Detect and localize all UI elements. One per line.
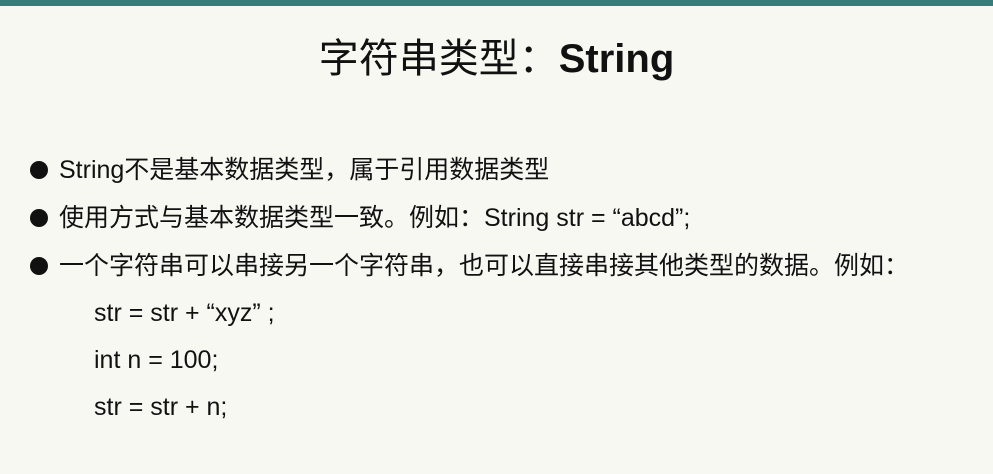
bullet-dot-icon [30,161,48,179]
slide: 字符串类型：String String不是基本数据类型，属于引用数据类型 使用方… [0,6,993,474]
bullet-text: 一个字符串可以串接另一个字符串，也可以直接串接其他类型的数据。例如： [59,252,910,280]
title-chinese: 字符串类型： [318,36,559,82]
bullet-dot-icon [30,257,48,275]
bullet-item-3: 一个字符串可以串接另一个字符串，也可以直接串接其他类型的数据。例如： [30,242,980,290]
bullet-dot-icon [30,209,48,227]
bullet-item-1: String不是基本数据类型，属于引用数据类型 [30,146,980,194]
bullet-item-2: 使用方式与基本数据类型一致。例如：String str = “abcd”; [30,194,980,242]
code-line-3: str = str + n; [94,393,228,421]
slide-title: 字符串类型：String [0,34,993,84]
bullet-text: 使用方式与基本数据类型一致。例如：String str = “abcd”; [59,204,691,232]
bullet-text: String不是基本数据类型，属于引用数据类型 [59,156,550,184]
code-line-1: str = str + “xyz” ; [94,299,275,327]
code-example-block: str = str + “xyz” ; int n = 100; str = s… [94,290,275,431]
title-english: String [558,37,675,81]
code-line-2: int n = 100; [94,346,219,374]
bullet-list: String不是基本数据类型，属于引用数据类型 使用方式与基本数据类型一致。例如… [30,146,980,290]
